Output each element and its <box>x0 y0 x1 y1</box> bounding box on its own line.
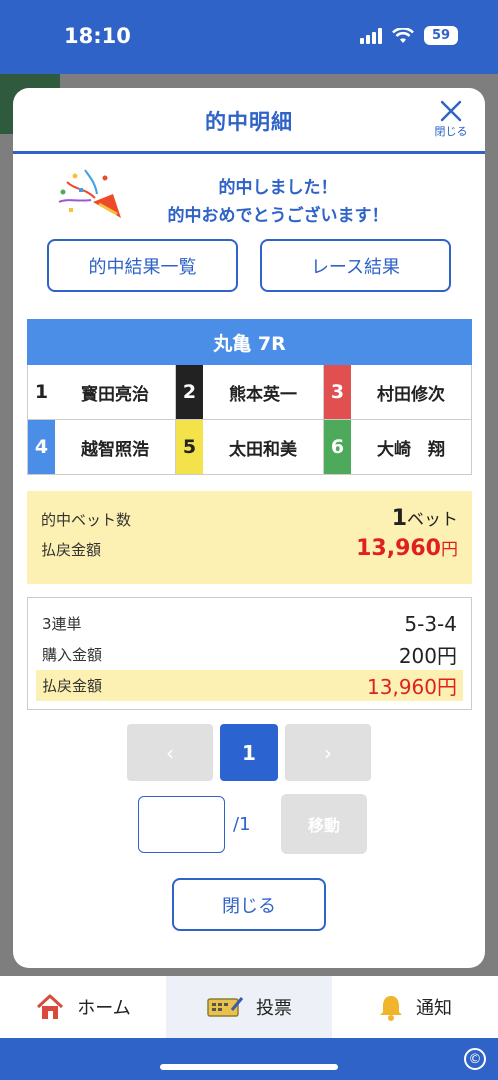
bet-detail: 3連単 5-3-4 購入金額 200円 払戻金額 13,960円 <box>27 597 472 710</box>
racer-number: 2 <box>176 365 203 419</box>
racer-number: 5 <box>176 420 203 474</box>
close-modal-button[interactable]: 閉じる <box>431 98 471 146</box>
payout-value: 13,960円 <box>356 535 458 561</box>
bets-value: 1ベット <box>392 505 458 531</box>
modal-header: 的中明細 閉じる <box>13 88 485 154</box>
wifi-icon <box>392 27 414 43</box>
status-time: 18:10 <box>64 24 131 48</box>
close-label: 閉じる <box>434 125 468 138</box>
racer-cell: 2 熊本英一 <box>176 365 324 420</box>
bets-unit: ベット <box>407 510 458 530</box>
next-page-button[interactable]: › <box>285 724 371 781</box>
page-total: /1 <box>233 813 251 835</box>
detail-payout-value: 13,960円 <box>367 675 457 699</box>
race-header: 丸亀 7R <box>27 319 472 365</box>
current-page-button[interactable]: 1 <box>220 724 278 781</box>
close-button[interactable]: 閉じる <box>172 878 326 931</box>
pagination: ‹ 1 › <box>127 724 371 781</box>
modal-title: 的中明細 <box>205 110 293 134</box>
congrats-banner: 的中しました！ 的中おめでとうございます！ <box>13 154 485 236</box>
racer-number: 4 <box>28 420 55 474</box>
bottom-tab-bar: ホーム 投票 通知 <box>0 976 498 1038</box>
bets-label: 的中ベット数 <box>41 511 132 529</box>
racer-name: 寳田亮治 <box>81 384 149 405</box>
congrats-text: 的中しました！ 的中おめでとうございます！ <box>123 174 433 230</box>
signal-icon <box>360 27 382 44</box>
page-number-input[interactable] <box>138 795 225 853</box>
tab-home[interactable]: ホーム <box>0 976 166 1038</box>
action-row: 的中結果一覧 レース結果 <box>47 239 451 292</box>
racer-name: 村田修次 <box>377 384 445 405</box>
bell-icon <box>380 996 402 1021</box>
hit-detail-modal: 的中明細 閉じる 的中しました！ 的中おめでとうございます！ 的中結果一覧 レー… <box>13 88 485 968</box>
payout-row: 払戻金額 13,960円 <box>41 535 458 565</box>
race-card: 丸亀 7R 1 寳田亮治 2 熊本英一 3 村田修次 4 越智照浩 5 太田和美 6 大崎 … <box>27 319 472 475</box>
status-icons: 59 <box>360 26 458 45</box>
congrats-line-2: 的中おめでとうございます！ <box>167 206 389 226</box>
hit-results-list-button[interactable]: 的中結果一覧 <box>47 239 238 292</box>
racer-name: 熊本英一 <box>229 384 297 405</box>
racer-name: 太田和美 <box>229 439 297 460</box>
payout-unit: 円 <box>441 540 458 560</box>
tab-vote[interactable]: 投票 <box>166 976 332 1038</box>
payout-number: 13,960 <box>356 536 441 561</box>
home-indicator <box>160 1064 338 1070</box>
racer-cell: 1 寳田亮治 <box>28 365 176 420</box>
detail-payout-row: 払戻金額 13,960円 <box>36 670 463 701</box>
home-icon <box>37 994 64 1019</box>
racer-number: 6 <box>324 420 351 474</box>
racer-cell: 6 大崎 翔 <box>324 420 472 475</box>
racer-name: 大崎 翔 <box>377 439 445 460</box>
race-result-button[interactable]: レース結果 <box>260 239 451 292</box>
copyright-icon: © <box>464 1048 486 1070</box>
ticket-icon <box>207 997 244 1017</box>
racer-number: 1 <box>28 365 55 419</box>
racer-cell: 3 村田修次 <box>324 365 472 420</box>
racer-cell: 4 越智照浩 <box>28 420 176 475</box>
bets-number: 1 <box>391 506 407 531</box>
tab-vote-label: 投票 <box>256 998 292 1019</box>
racer-grid: 1 寳田亮治 2 熊本英一 3 村田修次 4 越智照浩 5 太田和美 6 大崎 翔 <box>27 365 472 475</box>
racer-number: 3 <box>324 365 351 419</box>
bets-row: 的中ベット数 1ベット <box>41 505 458 535</box>
racer-name: 越智照浩 <box>81 439 149 460</box>
tab-home-label: ホーム <box>77 998 131 1019</box>
page-jump: /1 移動 <box>138 794 367 854</box>
detail-payout-label: 払戻金額 <box>42 677 103 695</box>
bet-type-row: 3連単 5-3-4 <box>36 608 463 639</box>
congrats-line-1: 的中しました！ <box>218 178 338 198</box>
bet-type-label: 3連単 <box>42 615 82 633</box>
tab-notify[interactable]: 通知 <box>332 976 498 1038</box>
prev-page-button[interactable]: ‹ <box>127 724 213 781</box>
purchase-label: 購入金額 <box>42 646 103 664</box>
move-button[interactable]: 移動 <box>281 794 367 854</box>
status-bar: 18:10 59 <box>0 0 498 74</box>
tab-notify-label: 通知 <box>416 998 452 1019</box>
purchase-value: 200円 <box>398 644 457 668</box>
bet-type-value: 5-3-4 <box>404 611 457 636</box>
close-icon <box>440 100 462 122</box>
battery-icon: 59 <box>424 26 458 45</box>
hit-summary: 的中ベット数 1ベット 払戻金額 13,960円 <box>27 491 472 584</box>
racer-cell: 5 太田和美 <box>176 420 324 475</box>
party-popper-icon <box>58 169 121 218</box>
payout-label: 払戻金額 <box>41 541 102 559</box>
purchase-row: 購入金額 200円 <box>36 639 463 670</box>
